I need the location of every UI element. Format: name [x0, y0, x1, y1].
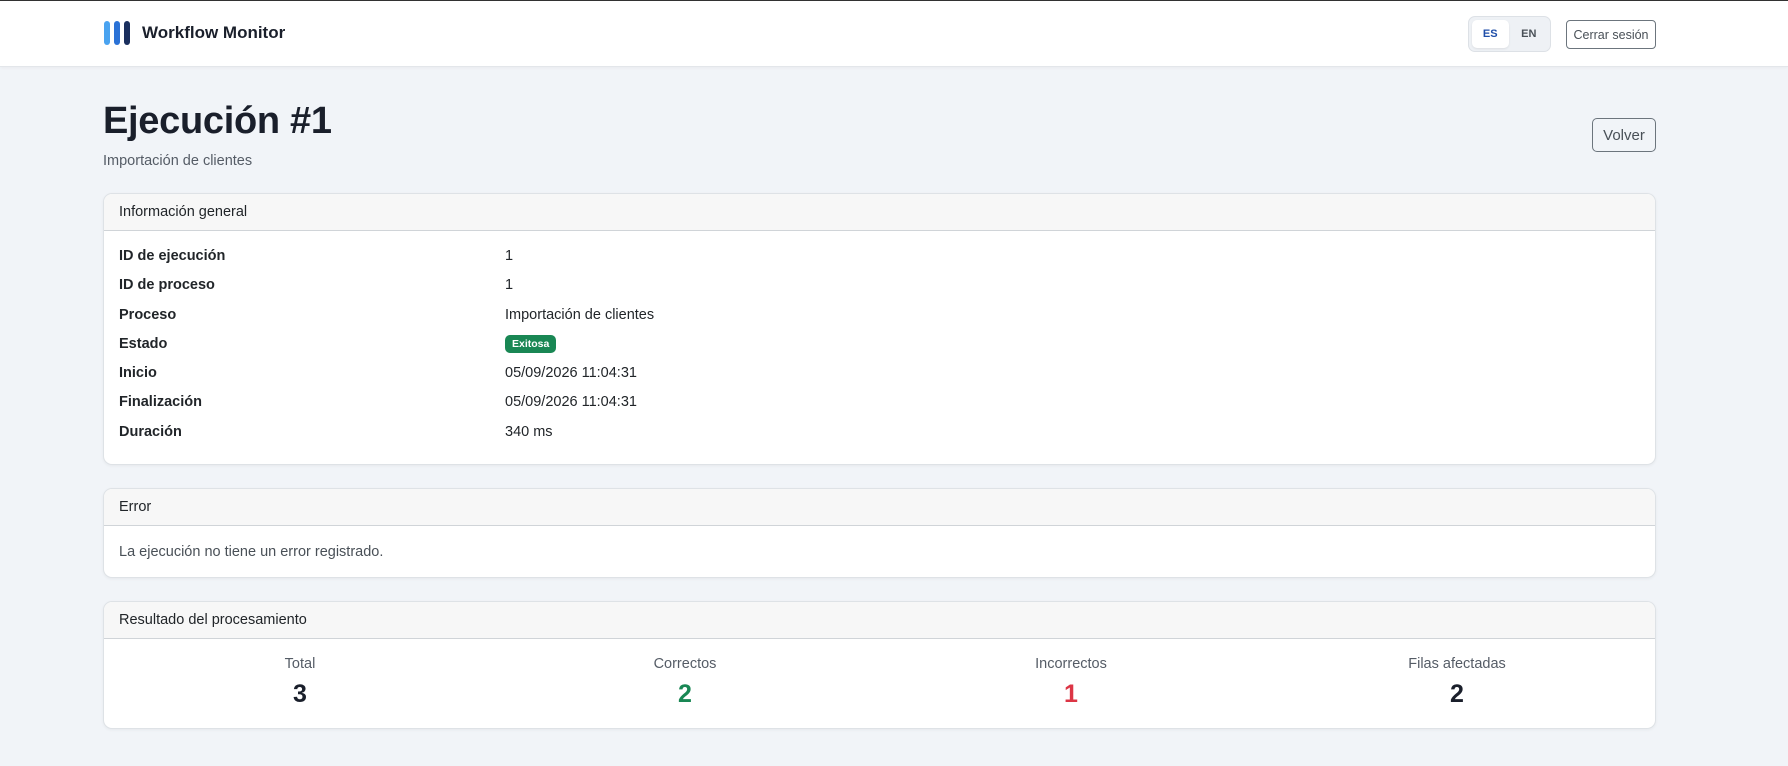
info-label: Inicio: [119, 365, 157, 381]
stat-label: Total: [284, 656, 316, 672]
workflow-logo-icon: [104, 21, 130, 45]
stat-label: Correctos: [653, 656, 717, 672]
info-value: 1: [505, 277, 514, 293]
status-badge: Exitosa: [505, 335, 557, 353]
stat-label: Filas afectadas: [1408, 656, 1506, 672]
language-en-button[interactable]: EN: [1511, 20, 1548, 48]
stat-affected-rows: Filas afectadas 2: [1307, 656, 1607, 709]
top-navbar: Workflow Monitor ES EN Cerrar sesión: [0, 1, 1788, 67]
info-value: 05/09/2026 11:04:31: [505, 365, 637, 381]
info-label: Estado: [119, 336, 168, 352]
error-card: Error La ejecución no tiene un error reg…: [103, 488, 1656, 578]
brand[interactable]: Workflow Monitor: [104, 21, 285, 45]
info-label: Proceso: [119, 307, 177, 323]
processing-result-card: Resultado del procesamiento Total 3 Corr…: [103, 601, 1656, 729]
stat-value: 2: [1450, 680, 1464, 708]
info-value: Importación de clientes: [505, 307, 655, 323]
stat-incorrect: Incorrectos 1: [921, 656, 1221, 709]
info-label: Finalización: [119, 394, 202, 410]
processing-result-header: Resultado del procesamiento: [104, 602, 1655, 639]
page-subtitle: Importación de clientes: [103, 153, 253, 169]
general-info-card: Información general ID de ejecución 1 ID…: [103, 193, 1656, 465]
back-button[interactable]: Volver: [1592, 118, 1656, 152]
stat-correct: Correctos 2: [535, 656, 835, 709]
info-value: 340 ms: [505, 424, 553, 440]
stat-total: Total 3: [150, 656, 450, 709]
info-label: Duración: [119, 424, 182, 440]
info-value: 1: [505, 248, 514, 264]
stat-value: 1: [1064, 680, 1078, 708]
error-header: Error: [104, 489, 1655, 526]
page-header: Ejecución #1 Importación de clientes: [103, 100, 332, 169]
page-title: Ejecución #1: [103, 100, 332, 142]
info-label: ID de proceso: [119, 277, 215, 293]
logout-button[interactable]: Cerrar sesión: [1566, 20, 1656, 49]
language-es-button[interactable]: ES: [1472, 20, 1509, 48]
stat-value: 2: [678, 680, 692, 708]
info-label: ID de ejecución: [119, 248, 226, 264]
stat-label: Incorrectos: [1035, 656, 1107, 672]
info-value: 05/09/2026 11:04:31: [505, 394, 637, 410]
general-info-header: Información general: [104, 194, 1655, 231]
language-toggle: ES EN: [1468, 16, 1551, 52]
status-value: Exitosa: [505, 335, 557, 353]
brand-name: Workflow Monitor: [142, 23, 286, 42]
stat-value: 3: [293, 680, 307, 708]
error-message: La ejecución no tiene un error registrad…: [119, 544, 384, 560]
